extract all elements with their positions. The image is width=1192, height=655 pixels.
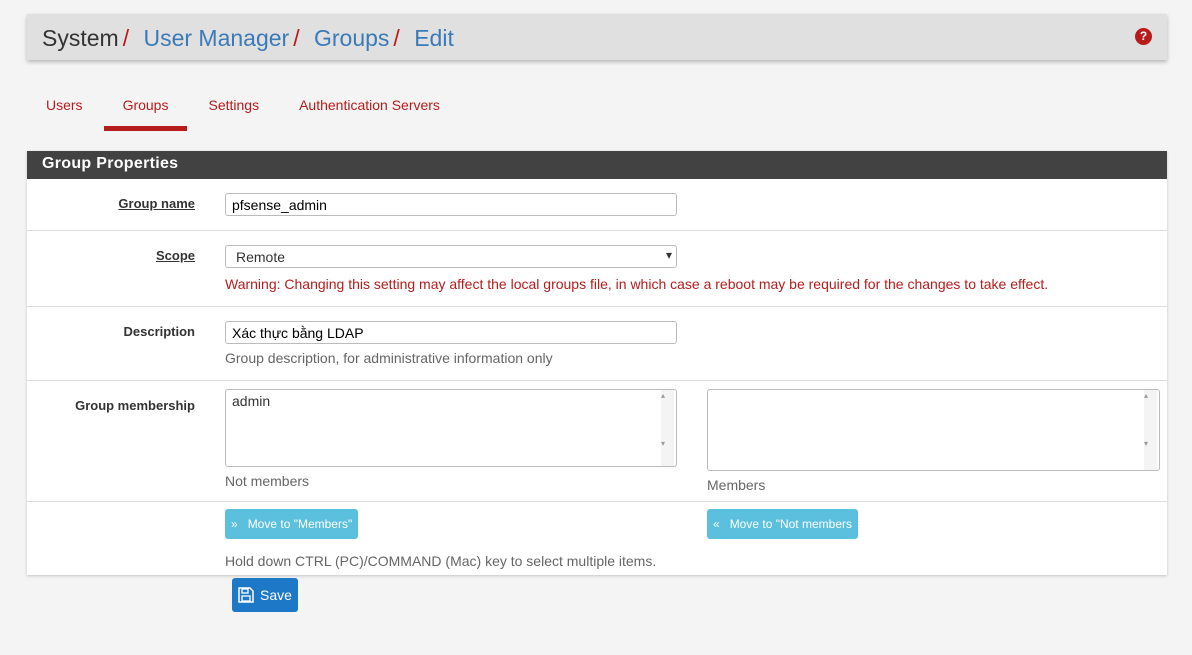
not-members-listbox[interactable]: admin bbox=[225, 389, 677, 467]
scope-warning: Warning: Changing this setting may affec… bbox=[225, 276, 1049, 292]
group-name-input[interactable] bbox=[225, 193, 677, 216]
list-item[interactable]: admin bbox=[232, 393, 670, 409]
tab-settings[interactable]: Settings bbox=[189, 92, 278, 131]
double-chevron-right-icon: » bbox=[231, 517, 238, 531]
double-chevron-left-icon: « bbox=[713, 517, 720, 531]
tab-users[interactable]: Users bbox=[27, 92, 102, 131]
help-icon[interactable]: ? bbox=[1135, 28, 1152, 45]
description-help: Group description, for administrative in… bbox=[225, 350, 553, 366]
breadcrumb-edit[interactable]: Edit bbox=[414, 25, 454, 51]
multi-select-help: Hold down CTRL (PC)/COMMAND (Mac) key to… bbox=[225, 553, 657, 569]
breadcrumb-system: System bbox=[42, 25, 119, 51]
group-properties-panel: Group Properties Group name Scope Remote… bbox=[27, 151, 1167, 575]
members-label: Members bbox=[707, 477, 766, 493]
group-name-label: Group name bbox=[118, 196, 195, 211]
scope-label: Scope bbox=[155, 248, 195, 263]
description-label: Description bbox=[123, 324, 195, 339]
panel-title: Group Properties bbox=[27, 151, 1167, 179]
move-to-members-button[interactable]: » Move to "Members" bbox=[225, 509, 359, 539]
members-listbox[interactable] bbox=[707, 389, 1160, 471]
move-to-not-members-button[interactable]: «Move to "Not members bbox=[707, 509, 858, 539]
breadcrumb-groups[interactable]: Groups bbox=[314, 25, 389, 51]
description-input[interactable] bbox=[225, 321, 677, 344]
scope-select[interactable]: Remote bbox=[225, 245, 677, 268]
breadcrumb-user-manager[interactable]: User Manager bbox=[143, 25, 289, 51]
save-icon bbox=[238, 587, 254, 603]
breadcrumb: System / User Manager / Groups / Edit ? bbox=[27, 14, 1167, 60]
tab-bar: Users Groups Settings Authentication Ser… bbox=[27, 92, 461, 131]
save-button[interactable]: Save bbox=[232, 578, 298, 612]
tab-authentication-servers[interactable]: Authentication Servers bbox=[280, 92, 459, 131]
membership-label: Group membership bbox=[75, 398, 195, 413]
not-members-label: Not members bbox=[225, 473, 310, 489]
tab-groups[interactable]: Groups bbox=[103, 92, 188, 131]
